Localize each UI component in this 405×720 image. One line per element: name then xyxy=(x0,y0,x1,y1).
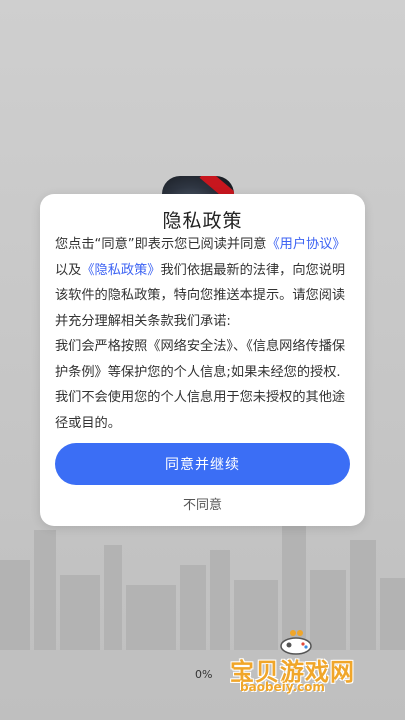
watermark-url: baobeiy.com xyxy=(240,680,325,694)
paragraph-usage: 我们不会使用您的个人信息用于您未授权的其他途径或目的。 xyxy=(55,385,353,436)
usage-text: 我们不会使用您的个人信息用于您未授权的其他途径或目的。 xyxy=(55,390,346,431)
paragraph-intro: 您点击“同意”即表示您已阅读并同意《用户协议》以及《隐私政策》我们依据最新的法律… xyxy=(55,232,353,334)
intro-text-2: 以及 xyxy=(55,262,82,278)
disagree-button[interactable]: 不同意 xyxy=(40,494,365,513)
commitment-text: 我们会严格按照《网络安全法》、《信息网络传播保护条例》等保护您的个人信息;如果未… xyxy=(55,339,346,380)
agree-and-continue-button[interactable]: 同意并继续 xyxy=(55,443,350,485)
dialog-body: 您点击“同意”即表示您已阅读并同意《用户协议》以及《隐私政策》我们依据最新的法律… xyxy=(55,232,353,436)
dialog-title: 隐私政策 xyxy=(162,210,243,232)
privacy-policy-dialog: 隐私政策 您点击“同意”即表示您已阅读并同意《用户协议》以及《隐私政策》我们依据… xyxy=(40,194,365,526)
privacy-policy-link[interactable]: 《隐私政策》 xyxy=(81,263,160,278)
user-agreement-link[interactable]: 《用户协议》 xyxy=(266,237,345,252)
paragraph-commitment: 我们会严格按照《网络安全法》、《信息网络传播保护条例》等保护您的个人信息;如果未… xyxy=(55,334,353,385)
intro-text-1: 您点击“同意”即表示您已阅读并同意 xyxy=(55,237,267,252)
loading-progress-text: 0% xyxy=(195,668,213,681)
site-watermark: 宝贝游戏网 baobeiy.com xyxy=(230,628,400,696)
